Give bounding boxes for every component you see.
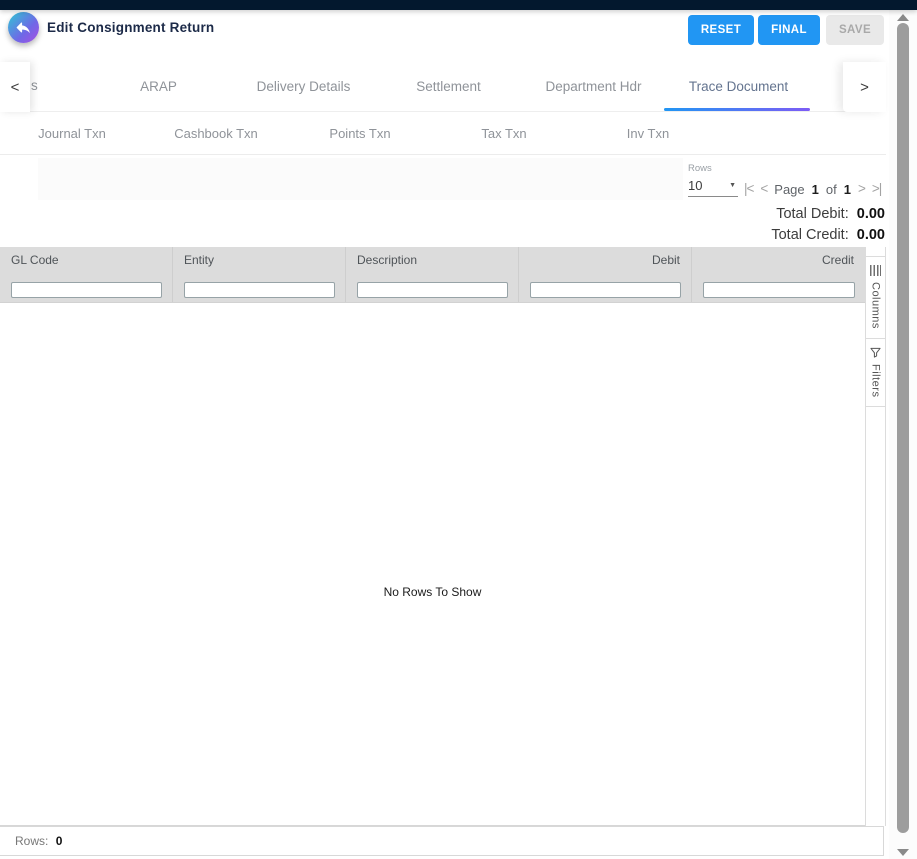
back-button[interactable]	[8, 12, 39, 43]
chevron-left-icon: <	[10, 78, 20, 96]
no-rows-overlay: No Rows To Show	[383, 585, 482, 599]
filter-cell-entity	[173, 274, 346, 302]
filter-cell-credit	[692, 274, 865, 302]
tab-department-hdr[interactable]: Department Hdr	[521, 62, 666, 112]
chevron-right-icon: >	[860, 78, 869, 96]
total-credit: Total Credit: 0.00	[771, 225, 885, 246]
filter-input-entity[interactable]	[184, 282, 335, 298]
pagination: |< < Page 1 of 1 > >|	[744, 179, 882, 199]
rows-per-page-label: Rows	[688, 163, 712, 174]
reset-button[interactable]: RESET	[688, 15, 754, 45]
grid-status-bar: Rows: 0	[0, 826, 884, 856]
page-label: Page	[774, 181, 805, 197]
total-credit-label: Total Credit:	[771, 227, 849, 243]
filter-cell-debit	[519, 274, 692, 302]
side-tab-filters-label: Filters	[869, 363, 882, 398]
tabs-scroll-right-button[interactable]: >	[843, 62, 886, 112]
edit-consignment-return-screen: Edit Consignment Return RESET FINAL SAVE…	[0, 0, 917, 859]
filter-input-debit[interactable]	[530, 282, 681, 298]
row-count-value: 0	[55, 834, 63, 848]
tab-arap[interactable]: ARAP	[86, 62, 231, 112]
save-button[interactable]: SAVE	[826, 15, 884, 45]
row-count-label: Rows:	[15, 834, 49, 848]
tab-settlement[interactable]: Settlement	[376, 62, 521, 112]
tab-delivery-details[interactable]: Delivery Details	[231, 62, 376, 112]
top-navy-bar	[0, 0, 917, 10]
column-header-credit[interactable]: Credit	[692, 247, 865, 274]
next-page-button[interactable]: >	[858, 179, 866, 199]
rows-per-page-select[interactable]: 10 ▼	[688, 176, 738, 197]
dropdown-caret-icon: ▼	[729, 182, 736, 189]
filter-funnel-icon	[870, 347, 881, 358]
subtab-journal-txn[interactable]: Journal Txn	[0, 112, 144, 155]
clipped-tab-fragment[interactable]: s	[31, 78, 43, 93]
first-page-button[interactable]: |<	[744, 179, 754, 199]
page-title: Edit Consignment Return	[47, 20, 215, 35]
grid-body: No Rows To Show	[0, 303, 865, 825]
filter-cell-gl-code	[0, 274, 173, 302]
subtab-bar: Journal Txn Cashbook Txn Points Txn Tax …	[0, 112, 886, 155]
total-debit-value: 0.00	[856, 206, 885, 222]
column-header-description[interactable]: Description	[346, 247, 519, 274]
grid-filter-row	[0, 274, 865, 303]
transactions-grid: GL Code Entity Description Debit Credit …	[0, 247, 865, 826]
total-credit-value: 0.00	[856, 227, 885, 243]
total-debit-label: Total Debit:	[776, 206, 849, 222]
toolbar-background	[38, 158, 683, 200]
scrollbar-down-arrow-icon[interactable]	[897, 849, 909, 856]
of-label: of	[825, 181, 837, 197]
subtab-cashbook-txn[interactable]: Cashbook Txn	[144, 112, 288, 155]
total-pages-number: 1	[843, 181, 851, 197]
column-header-entity[interactable]: Entity	[173, 247, 346, 274]
final-button[interactable]: FINAL	[758, 15, 820, 45]
total-debit: Total Debit: 0.00	[771, 204, 885, 225]
column-header-debit[interactable]: Debit	[519, 247, 692, 274]
tab-strip: ARAP Delivery Details Settlement Departm…	[86, 62, 811, 112]
scrollbar-thumb[interactable]	[897, 23, 909, 833]
columns-icon	[870, 265, 881, 276]
scrollbar-up-arrow-icon[interactable]	[897, 14, 909, 21]
tabs-scroll-left-button[interactable]: <	[0, 62, 30, 112]
filter-input-gl-code[interactable]	[11, 282, 162, 298]
subtab-points-txn[interactable]: Points Txn	[288, 112, 432, 155]
filter-input-description[interactable]	[357, 282, 508, 298]
subtab-tax-txn[interactable]: Tax Txn	[432, 112, 576, 155]
tab-trace-document[interactable]: Trace Document	[666, 62, 811, 112]
subtab-inv-txn[interactable]: Inv Txn	[576, 112, 720, 155]
vertical-scrollbar	[889, 10, 917, 859]
filter-cell-description	[346, 274, 519, 302]
current-page-number: 1	[811, 181, 819, 197]
back-arrow-icon	[15, 19, 32, 36]
totals-block: Total Debit: 0.00 Total Credit: 0.00	[771, 204, 885, 246]
previous-page-button[interactable]: <	[760, 179, 768, 199]
side-tab-columns[interactable]: Columns	[866, 256, 885, 339]
filter-input-credit[interactable]	[703, 282, 855, 298]
grid-side-panel: Columns Filters	[865, 247, 886, 826]
last-page-button[interactable]: >|	[872, 179, 882, 199]
rows-per-page-value: 10	[688, 178, 703, 193]
column-header-gl-code[interactable]: GL Code	[0, 247, 173, 274]
grid-header-row: GL Code Entity Description Debit Credit	[0, 247, 865, 274]
side-tab-filters[interactable]: Filters	[866, 338, 885, 408]
side-tab-columns-label: Columns	[869, 282, 882, 329]
active-tab-underline	[664, 108, 810, 111]
